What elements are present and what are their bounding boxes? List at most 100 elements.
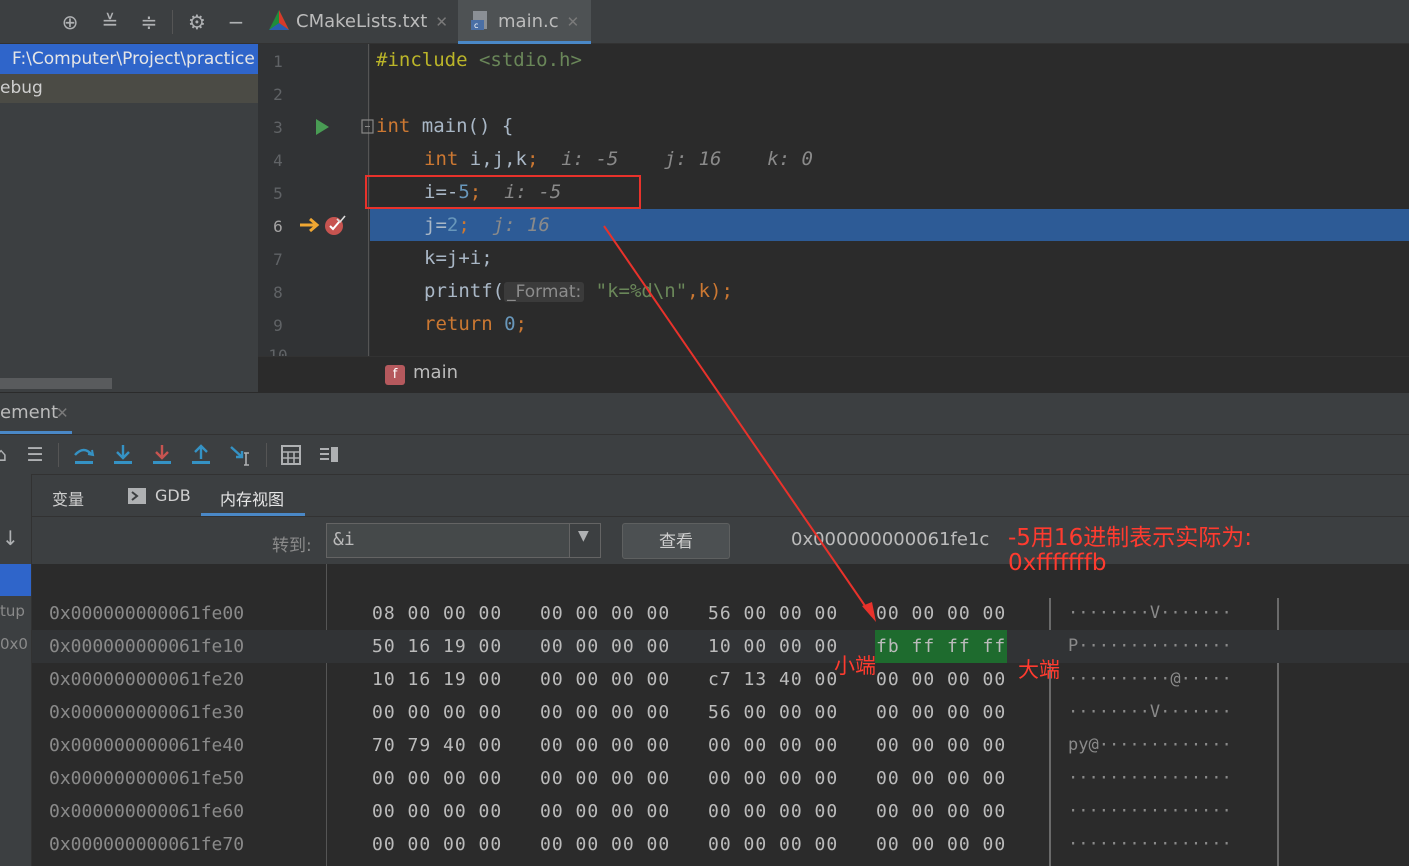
line-number: 2 [273, 85, 283, 104]
frame-label: tup [0, 602, 25, 620]
memory-row: 0x000000000061fe60 00 00 00 00 00 00 00 … [32, 795, 1409, 828]
memory-bytes[interactable]: 10 16 19 00 [372, 663, 502, 696]
tab-variables[interactable]: 变量 [52, 486, 84, 510]
memory-row: 0x000000000061fe40 70 79 40 00 00 00 00 … [32, 729, 1409, 762]
memory-bytes[interactable]: 50 16 19 00 [372, 630, 502, 663]
assignment: j= [424, 214, 447, 236]
memory-bytes[interactable]: 00 00 00 00 [708, 729, 838, 762]
restore-layout-icon[interactable]: ⌂ [0, 443, 14, 467]
step-over-icon[interactable] [72, 443, 96, 467]
arrow-down-icon[interactable]: ↓ [2, 526, 19, 550]
memory-bytes[interactable]: 00 00 00 00 [540, 696, 670, 729]
debug-sub-tabs: 变量 GDB 内存视图 [32, 474, 1409, 516]
run-to-cursor-icon[interactable] [228, 443, 254, 467]
inline-values-hint: i: -5 j: 16 k: 0 [538, 148, 813, 170]
type-keyword: int [376, 115, 411, 137]
memory-row: 0x000000000061fe00 08 00 00 00 00 00 00 … [32, 597, 1409, 630]
memory-bytes[interactable]: 00 00 00 00 [708, 795, 838, 828]
line-number: 4 [273, 151, 283, 170]
annotation-note-line1: -5用16进制表示实际为: [1008, 525, 1252, 551]
expand-all-icon[interactable]: ≚ [98, 10, 122, 34]
toolbar-divider [172, 10, 173, 34]
tab-main-c[interactable]: c main.c ✕ [458, 0, 591, 44]
memory-bytes[interactable]: c7 13 40 00 [708, 663, 838, 696]
memory-bytes[interactable]: 00 00 00 00 [372, 696, 502, 729]
memory-bytes[interactable]: 00 00 00 00 [876, 663, 1006, 696]
memory-bytes[interactable]: 00 00 00 00 [540, 630, 670, 663]
memory-row: 0x000000000061fe20 10 16 19 00 00 00 00 … [32, 663, 1409, 696]
tab-cmakelists[interactable]: CMakeLists.txt ✕ [268, 0, 458, 44]
memory-bytes[interactable]: 00 00 00 00 [540, 663, 670, 696]
close-icon[interactable]: ✕ [435, 13, 448, 31]
step-into-icon[interactable] [111, 443, 135, 467]
memory-bytes[interactable]: 00 00 00 00 [540, 828, 670, 861]
memory-bytes[interactable]: 00 00 00 00 [876, 696, 1006, 729]
run-icon[interactable] [314, 118, 330, 136]
toolbar-divider [58, 443, 59, 467]
memory-ascii: P··············· [1068, 636, 1232, 656]
memory-bytes[interactable]: 00 00 00 00 [876, 795, 1006, 828]
minimize-icon[interactable]: − [224, 10, 248, 34]
step-out-icon[interactable] [189, 443, 213, 467]
memory-bytes[interactable]: 00 00 00 00 [372, 762, 502, 795]
memory-bytes[interactable]: 00 00 00 00 [540, 795, 670, 828]
memory-bytes-highlighted[interactable]: fb ff ff ff [875, 630, 1008, 663]
breakpoint-icon[interactable] [324, 214, 346, 236]
tree-item-debug[interactable]: ebug [0, 74, 258, 103]
declaration: i,j,k [458, 148, 527, 170]
memory-bytes[interactable]: 56 00 00 00 [708, 696, 838, 729]
tab-gdb[interactable]: GDB [155, 486, 191, 505]
close-icon[interactable]: ✕ [56, 404, 69, 422]
debug-toolbar: ⌂ ☰ [0, 434, 1409, 474]
goto-input-value: &i [333, 529, 355, 550]
memory-bytes[interactable]: 00 00 00 00 [876, 828, 1006, 861]
tree-horizontal-scrollbar[interactable] [0, 378, 112, 389]
inline-value-hint: j: 16 [469, 214, 550, 236]
chevron-down-icon: ▼ [578, 528, 589, 544]
memory-bytes[interactable]: 00 00 00 00 [540, 597, 670, 630]
code-line-4: int i,j,k; i: -5 j: 16 k: 0 [424, 148, 813, 170]
memory-bytes[interactable]: 00 00 00 00 [708, 828, 838, 861]
annotation-big-endian: 大端 [1018, 658, 1060, 682]
frame-selected[interactable] [0, 564, 31, 596]
memory-bytes[interactable]: 00 00 00 00 [372, 795, 502, 828]
goto-input[interactable]: &i [326, 523, 601, 558]
memory-bytes[interactable]: 00 00 00 00 [876, 762, 1006, 795]
call-args: ,k); [687, 280, 733, 302]
close-icon[interactable]: ✕ [567, 13, 580, 31]
memory-bytes[interactable]: 00 00 00 00 [540, 729, 670, 762]
memory-ascii: ················ [1068, 801, 1232, 821]
cmake-icon [269, 10, 289, 30]
memory-bytes[interactable]: 00 00 00 00 [876, 729, 1006, 762]
force-step-into-icon[interactable] [150, 443, 174, 467]
crosshair-icon[interactable]: ⊕ [58, 10, 82, 34]
fold-icon[interactable] [361, 119, 375, 135]
memory-bytes[interactable]: 70 79 40 00 [372, 729, 502, 762]
view-button[interactable]: 查看 [622, 523, 730, 559]
memory-ascii: ········V······· [1068, 702, 1232, 722]
tree-item-project-path[interactable]: F:\Computer\Project\practice [0, 44, 258, 74]
memory-bytes[interactable]: 56 00 00 00 [708, 597, 838, 630]
memory-bytes[interactable]: 10 00 00 00 [708, 630, 838, 663]
evaluate-expression-icon[interactable] [280, 444, 302, 466]
line-number: 10 [268, 346, 288, 356]
memory-bytes[interactable]: 00 00 00 00 [876, 597, 1006, 630]
console-icon [128, 488, 146, 504]
line-number: 3 [273, 118, 283, 137]
memory-row: 0x000000000061fe30 00 00 00 00 00 00 00 … [32, 696, 1409, 729]
parameter-hint: _Format: [504, 282, 585, 302]
memory-address: 0x000000000061fe20 [49, 669, 245, 690]
memory-bytes[interactable]: 00 00 00 00 [540, 762, 670, 795]
memory-bytes[interactable]: 08 00 00 00 [372, 597, 502, 630]
memory-bytes[interactable]: 00 00 00 00 [372, 828, 502, 861]
debug-session-tab[interactable]: ement [0, 402, 58, 423]
toolbar-divider [266, 443, 267, 467]
goto-dropdown-button[interactable]: ▼ [569, 523, 601, 558]
breadcrumb-item-main[interactable]: main [413, 362, 458, 383]
gear-icon[interactable]: ⚙ [185, 10, 209, 34]
memory-bytes[interactable]: 00 00 00 00 [708, 762, 838, 795]
trace-frames-icon[interactable] [318, 444, 340, 466]
tab-memory-view[interactable]: 内存视图 [220, 486, 284, 510]
collapse-all-icon[interactable]: ≑ [137, 10, 161, 34]
menu-icon[interactable]: ☰ [22, 443, 48, 467]
